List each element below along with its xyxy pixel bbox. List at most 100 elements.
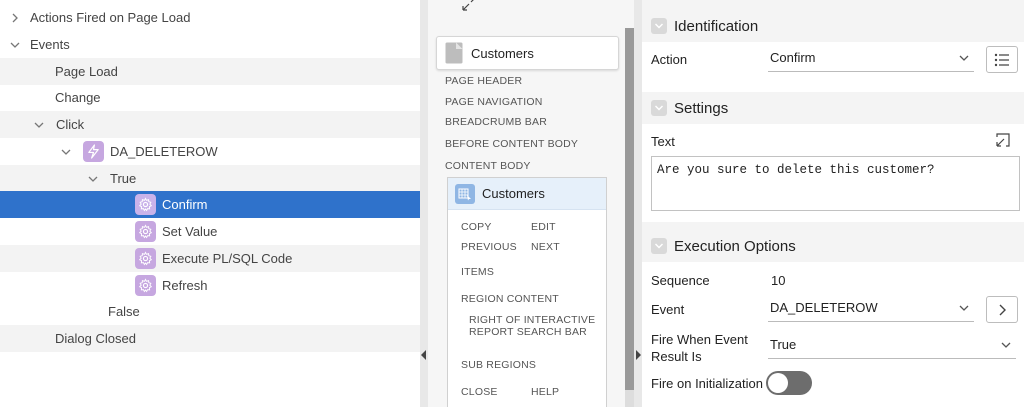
tree-node-label: Execute PL/SQL Code: [162, 251, 293, 266]
slot-close[interactable]: CLOSE: [461, 386, 498, 398]
group-header[interactable]: Execution Options: [642, 230, 1024, 262]
expand-editor-icon[interactable]: [994, 131, 1012, 149]
fire-on-init-toggle[interactable]: [766, 371, 812, 395]
chevron-down-icon[interactable]: [651, 100, 667, 116]
tree-node-execute-plsql[interactable]: Execute PL/SQL Code: [0, 245, 420, 272]
section-page-header[interactable]: PAGE HEADER: [445, 75, 522, 87]
slot-help[interactable]: HELP: [531, 386, 559, 398]
section-before-content-body[interactable]: BEFORE CONTENT BODY: [445, 138, 578, 150]
gear-icon: [135, 221, 156, 242]
fire-on-init-label: Fire on Initialization: [651, 376, 763, 391]
chevron-down-icon[interactable]: [651, 238, 667, 254]
toggle-knob: [768, 373, 788, 393]
chevron-down-icon[interactable]: [651, 18, 667, 34]
tree-node-click[interactable]: Click: [0, 111, 420, 138]
tree-node-label: Refresh: [162, 278, 208, 293]
chevron-down-icon[interactable]: [8, 38, 22, 52]
interactive-report-icon: [455, 183, 475, 204]
group-identification: Identification Action Confirm: [642, 10, 1024, 93]
fire-when-value: True: [770, 337, 797, 352]
tree-node-events[interactable]: Events: [0, 31, 420, 58]
group-execution-options: Execution Options Sequence 10 Event DA_D…: [642, 230, 1024, 407]
list-picker-button[interactable]: [986, 46, 1018, 73]
slot-right-of-search-line2[interactable]: REPORT SEARCH BAR: [469, 326, 587, 338]
chevron-down-icon[interactable]: [32, 118, 46, 132]
group-header[interactable]: Settings: [642, 92, 1024, 124]
slot-previous[interactable]: PREVIOUS: [461, 241, 517, 253]
group-header[interactable]: Identification: [642, 10, 1024, 42]
fire-when-select[interactable]: True: [768, 331, 1016, 359]
go-to-event-button[interactable]: [986, 296, 1018, 323]
slot-next[interactable]: NEXT: [531, 241, 560, 253]
region-card[interactable]: Customers COPY EDIT PREVIOUS NEXT ITEMS …: [447, 177, 607, 407]
document-icon: [445, 42, 463, 64]
chevron-down-icon: [959, 305, 969, 311]
section-content-body[interactable]: CONTENT BODY: [445, 160, 531, 172]
tree-node-label: Change: [55, 90, 101, 105]
scrollbar[interactable]: [625, 28, 634, 407]
section-page-navigation[interactable]: PAGE NAVIGATION: [445, 96, 543, 108]
tree-node-set-value[interactable]: Set Value: [0, 218, 420, 245]
chevron-right-icon[interactable]: [8, 11, 22, 25]
tree-node-false[interactable]: False: [0, 298, 420, 325]
collapse-left-icon[interactable]: [421, 350, 427, 360]
panel-splitter-left[interactable]: [420, 0, 428, 407]
property-editor: Identification Action Confirm Settings T…: [642, 0, 1024, 407]
slot-region-content[interactable]: REGION CONTENT: [461, 293, 559, 305]
tree-node-label: Click: [56, 117, 85, 132]
fire-when-label-line2: Result Is: [651, 349, 702, 364]
tree-node-actions-on-page-load[interactable]: Actions Fired on Page Load: [0, 4, 420, 31]
gear-icon: [135, 194, 156, 215]
tree-node-dialog-closed[interactable]: Dialog Closed: [0, 325, 420, 352]
section-breadcrumb-bar[interactable]: BREADCRUMB BAR: [445, 116, 547, 128]
page-title: Customers: [471, 45, 534, 61]
tree-node-change[interactable]: Change: [0, 84, 420, 111]
tree-node-confirm[interactable]: Confirm: [0, 191, 420, 218]
tree-node-da-deleterow[interactable]: DA_DELETEROW: [0, 138, 420, 165]
tree-node-label: Actions Fired on Page Load: [30, 10, 191, 25]
gear-icon: [135, 248, 156, 269]
sequence-value[interactable]: 10: [771, 273, 785, 288]
lightning-icon: [83, 141, 104, 162]
tree-panel: Actions Fired on Page Load Events Page L…: [0, 0, 420, 407]
chevron-right-icon: [999, 304, 1006, 315]
tree-node-label: True: [110, 171, 137, 186]
tree-node-label: Confirm: [162, 197, 208, 212]
chevron-down-icon[interactable]: [86, 172, 100, 186]
tree-node-label: DA_DELETEROW: [110, 144, 218, 159]
slot-items[interactable]: ITEMS: [461, 266, 494, 278]
chevron-down-icon: [959, 55, 969, 61]
slot-copy[interactable]: COPY: [461, 221, 492, 233]
chevron-down-icon: [1001, 342, 1011, 348]
gear-icon: [135, 275, 156, 296]
tree-node-page-load[interactable]: Page Load: [0, 58, 420, 85]
event-label: Event: [651, 302, 685, 317]
expand-icon[interactable]: [461, 0, 479, 12]
tree-node-true[interactable]: True: [0, 165, 420, 192]
slot-sub-regions[interactable]: SUB REGIONS: [461, 359, 536, 371]
text-textarea[interactable]: Are you sure to delete this customer?: [651, 156, 1020, 211]
action-select[interactable]: Confirm: [768, 44, 974, 72]
tree-node-refresh[interactable]: Refresh: [0, 272, 420, 299]
layout-panel: Customers PAGE HEADER PAGE NAVIGATION BR…: [428, 0, 634, 407]
scrollbar-thumb[interactable]: [625, 28, 634, 390]
event-select[interactable]: DA_DELETEROW: [768, 294, 974, 322]
slot-edit[interactable]: EDIT: [531, 221, 556, 233]
fire-when-label-line1: Fire When Event: [651, 332, 748, 347]
event-value: DA_DELETEROW: [770, 300, 878, 315]
collapse-right-icon[interactable]: [635, 350, 641, 360]
tree-node-label: Set Value: [162, 224, 218, 239]
chevron-down-icon[interactable]: [59, 145, 73, 159]
tree-node-label: False: [108, 304, 140, 319]
page-card[interactable]: Customers: [436, 36, 619, 70]
list-icon: [994, 53, 1009, 66]
region-title: Customers: [482, 186, 545, 201]
slot-right-of-search-line1[interactable]: RIGHT OF INTERACTIVE: [469, 314, 595, 326]
panel-splitter-right[interactable]: [634, 0, 642, 407]
group-title: Execution Options: [674, 237, 796, 255]
fire-when-label: Fire When Event Result Is: [651, 331, 748, 365]
region-header[interactable]: Customers: [448, 178, 606, 210]
text-label: Text: [651, 134, 675, 149]
sequence-label: Sequence: [651, 273, 710, 288]
group-title: Identification: [674, 17, 759, 35]
